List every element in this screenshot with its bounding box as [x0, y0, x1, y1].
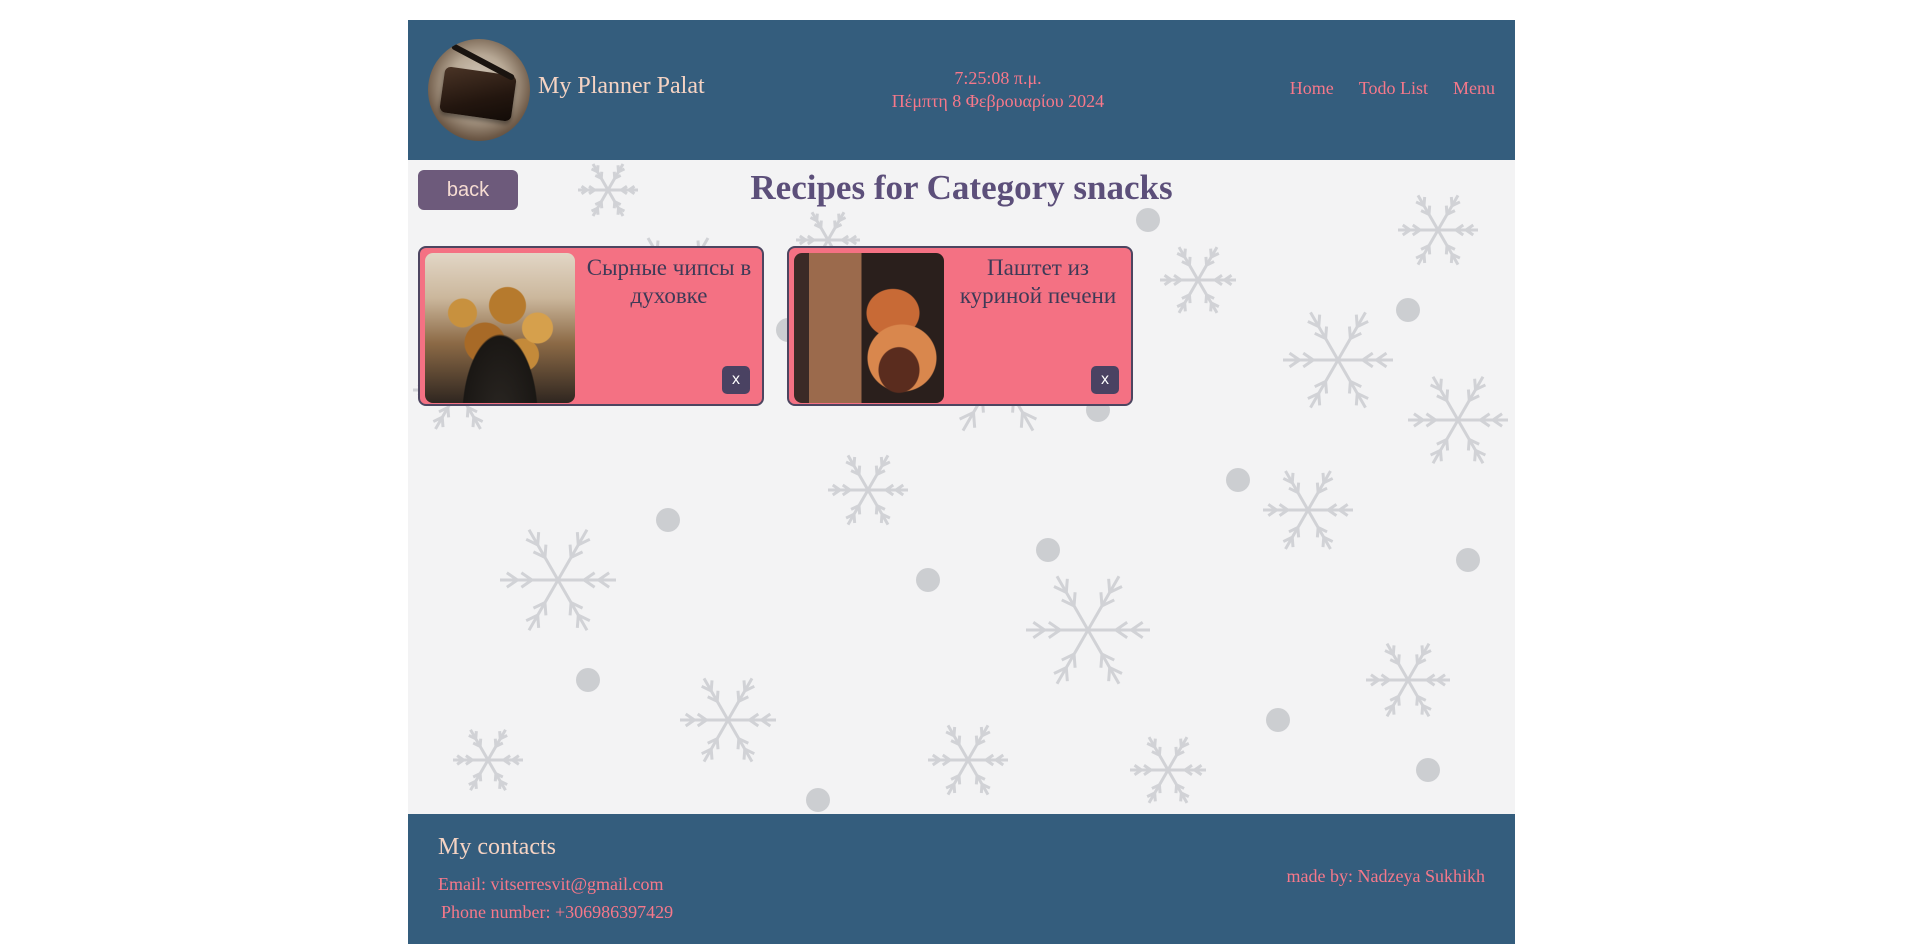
recipe-card[interactable]: Сырные чипсы в духовке x: [418, 246, 764, 406]
nav-todo-list[interactable]: Todo List: [1359, 78, 1428, 99]
delete-recipe-button[interactable]: x: [722, 366, 750, 394]
site-footer: My contacts Email: vitserresvit@gmail.co…: [408, 814, 1515, 944]
delete-recipe-button[interactable]: x: [1091, 366, 1119, 394]
made-by: made by: Nadzeya Sukhikh: [1286, 866, 1485, 886]
clock-date: Πέμπτη 8 Φεβρουαρίου 2024: [891, 91, 1105, 111]
back-button[interactable]: back: [418, 170, 518, 210]
recipes-main: Recipes for Category snacks back Сырные …: [408, 160, 1515, 814]
site-header: My Planner Palat 7:25:08 π.μ. Πέμπτη 8 Φ…: [408, 20, 1515, 160]
contact-email: Email: vitserresvit@gmail.com: [438, 874, 664, 894]
logo-image: [428, 39, 530, 141]
contact-phone: Phone number: +306986397429: [441, 902, 674, 922]
nav-menu[interactable]: Menu: [1453, 78, 1495, 99]
page-title: Recipes for Category snacks: [750, 168, 1173, 207]
recipe-card[interactable]: Паштет из куриной печени x: [787, 246, 1133, 406]
recipe-name: Паштет из куриной печени: [959, 255, 1117, 308]
app: My Planner Palat 7:25:08 π.μ. Πέμπτη 8 Φ…: [408, 20, 1515, 944]
nav-home[interactable]: Home: [1290, 78, 1334, 99]
main-nav: Home Todo List Menu: [1290, 78, 1495, 99]
recipe-image-liver-pate: [794, 253, 944, 403]
contacts-title: My contacts: [438, 834, 556, 860]
clock: 7:25:08 π.μ. Πέμπτη 8 Φεβρουαρίου 2024: [868, 67, 1128, 113]
site-title: My Planner Palat: [538, 73, 705, 99]
recipe-name: Сырные чипсы в духовке: [586, 255, 752, 308]
recipe-image-cheese-chips: [425, 253, 575, 403]
clock-time: 7:25:08 π.μ.: [954, 68, 1042, 88]
